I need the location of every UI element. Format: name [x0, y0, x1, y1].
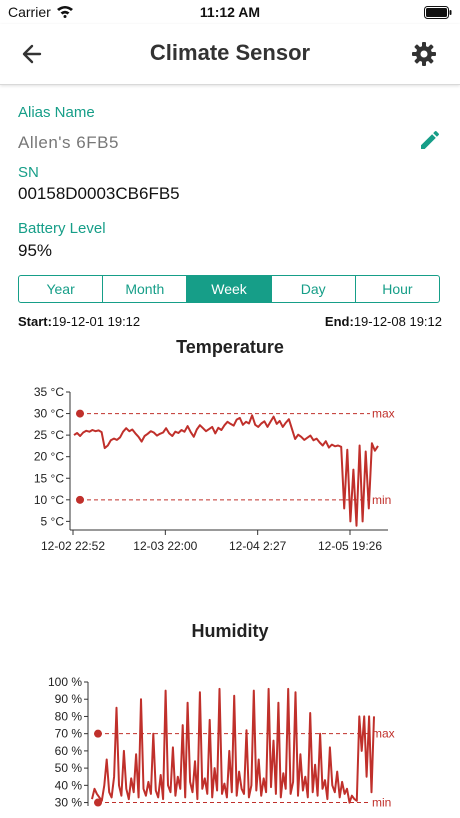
y-tick-label: 30 %	[55, 796, 83, 810]
max-threshold-dot	[94, 729, 102, 738]
range-start-label: Start:	[18, 314, 52, 329]
x-tick-label: 12-04 2:27	[229, 539, 287, 553]
max-threshold-dot	[76, 409, 84, 418]
y-tick-label: 70 %	[55, 727, 83, 741]
temperature-chart-title: Temperature	[176, 337, 284, 357]
battery-icon	[424, 6, 452, 19]
max-threshold-label: max	[372, 407, 395, 421]
y-tick-label: 15 °C	[34, 471, 64, 485]
y-tick-label: 20 °C	[34, 450, 64, 464]
tab-week[interactable]: Week	[187, 276, 272, 302]
period-tabs: Year Month Week Day Hour	[18, 275, 440, 303]
y-tick-label: 35 °C	[34, 385, 64, 399]
y-tick-label: 80 %	[55, 709, 83, 723]
range-end-value: 19-12-08 19:12	[353, 314, 442, 329]
battery-value: 95%	[18, 241, 53, 260]
x-tick-label: 12-03 22:00	[133, 539, 197, 553]
y-tick-label: 40 %	[55, 778, 83, 792]
alias-label: Alias Name	[18, 104, 95, 121]
min-threshold-label: min	[372, 493, 391, 507]
x-tick-label: 12-02 22:52	[41, 539, 105, 553]
y-tick-label: 100 %	[48, 675, 82, 689]
series-line	[91, 687, 375, 804]
range-start-value: 19-12-01 19:12	[51, 314, 141, 329]
status-time: 11:12 AM	[199, 4, 261, 20]
max-threshold-label: max	[372, 727, 395, 741]
sn-value: 00158D0003CB6FB5	[18, 184, 180, 203]
x-tick-label: 12-05 19:26	[318, 539, 382, 553]
series-line	[73, 414, 379, 527]
status-bar: Carrier 11:12 AM	[0, 0, 460, 24]
y-tick-label: 5 °C	[41, 514, 65, 528]
y-tick-label: 25 °C	[34, 428, 64, 442]
sn-label: SN	[18, 164, 39, 181]
y-tick-label: 10 °C	[34, 493, 64, 507]
nav-bar: Climate Sensor	[0, 24, 460, 85]
tab-month[interactable]: Month	[103, 276, 188, 302]
alias-value: Allen's 6FB5	[18, 133, 119, 152]
range-end: End:19-12-08 19:12	[325, 314, 442, 329]
range-end-label: End:	[324, 314, 354, 329]
battery-label: Battery Level	[18, 220, 106, 237]
tab-hour[interactable]: Hour	[356, 276, 439, 302]
humidity-chart: 30 % 40 % 50 % 60 % 70 % 80 % 90 % 100 % max min	[48, 675, 395, 810]
gear-icon[interactable]	[410, 40, 438, 68]
y-tick-label: 30 °C	[34, 407, 64, 421]
humidity-chart-title: Humidity	[191, 621, 269, 641]
temperature-chart: 5 °C 10 °C 15 °C 20 °C 25 °C 30 °C 35 °C max min…	[34, 385, 395, 553]
min-threshold-dot	[76, 495, 84, 504]
page-title: Climate Sensor	[149, 40, 311, 65]
range-start: Start:19-12-01 19:12	[18, 314, 140, 329]
y-tick-label: 90 %	[55, 692, 83, 706]
y-tick-label: 60 %	[55, 744, 83, 758]
y-tick-label: 50 %	[55, 761, 83, 775]
pencil-icon[interactable]	[418, 128, 442, 152]
tab-day[interactable]: Day	[272, 276, 356, 302]
min-threshold-label: min	[372, 796, 391, 810]
tab-year[interactable]: Year	[19, 276, 104, 302]
